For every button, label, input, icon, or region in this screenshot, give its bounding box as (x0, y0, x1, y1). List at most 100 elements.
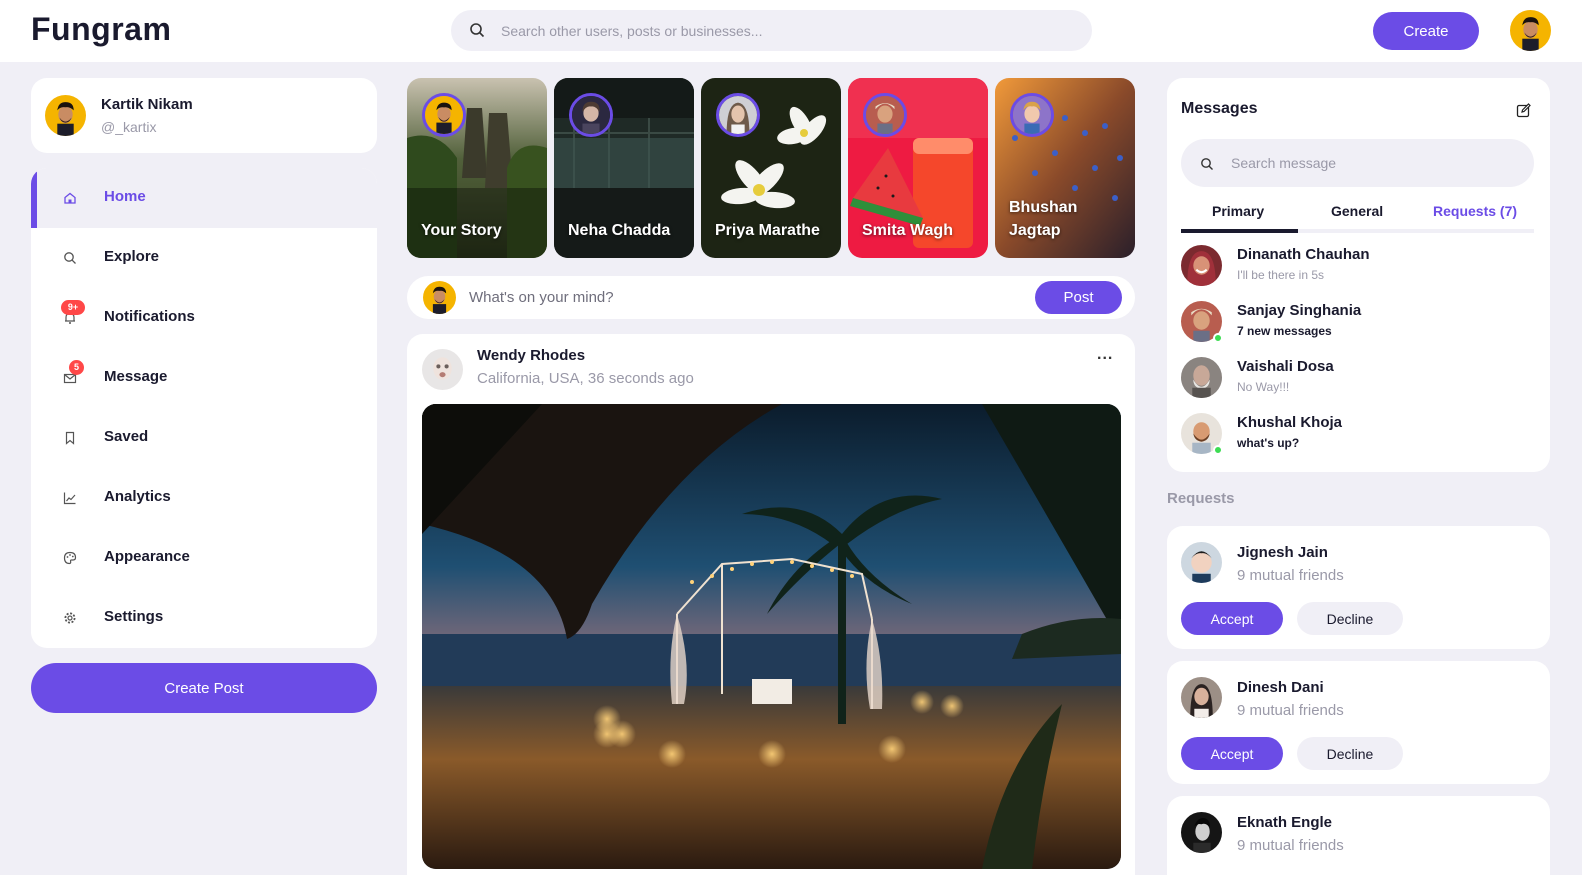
post-button[interactable]: Post (1035, 281, 1122, 314)
request-name[interactable]: Eknath Engle (1237, 814, 1332, 831)
feed-post: Wendy Rhodes California, USA, 36 seconds… (407, 334, 1135, 875)
friend-request-card: Eknath Engle 9 mutual friends (1167, 796, 1550, 875)
chat-name: Vaishali Dosa (1237, 358, 1334, 375)
chat-name: Dinanath Chauhan (1237, 246, 1370, 263)
story-avatar (716, 93, 760, 137)
decline-button[interactable]: Decline (1297, 737, 1403, 770)
search-icon (64, 252, 76, 264)
edit-icon[interactable] (1516, 103, 1531, 118)
create-button[interactable]: Create (1373, 12, 1479, 50)
sidebar-item-explore[interactable]: Explore (31, 228, 377, 288)
accept-button[interactable]: Accept (1181, 737, 1283, 770)
sidebar-item-label: Saved (104, 428, 149, 445)
profile-avatar (45, 95, 86, 136)
profile-card[interactable]: Kartik Nikam @_kartix (31, 78, 377, 153)
tab-primary[interactable]: Primary (1212, 203, 1264, 219)
profile-name: Kartik Nikam (101, 96, 193, 113)
active-tab-indicator (1181, 229, 1298, 233)
message-tabs: Primary General Requests (7) (1181, 195, 1534, 233)
mutual-friends: 9 mutual friends (1237, 702, 1344, 719)
post-image[interactable] (422, 404, 1121, 869)
story-card[interactable]: Priya Marathe (701, 78, 841, 258)
chat-item[interactable]: Khushal Khoja what's up? (1181, 412, 1534, 458)
sidebar-item-home[interactable]: Home (31, 168, 377, 228)
global-search-bar[interactable] (451, 10, 1092, 51)
home-icon (64, 192, 76, 204)
accept-button[interactable]: Accept (1181, 602, 1283, 635)
request-name[interactable]: Jignesh Jain (1237, 544, 1328, 561)
chat-preview: what's up? (1237, 436, 1300, 450)
sidebar-item-label: Analytics (104, 488, 171, 505)
sidebar-item-label: Message (104, 368, 168, 385)
user-avatar[interactable] (1510, 10, 1551, 51)
decline-button[interactable]: Decline (1297, 602, 1403, 635)
story-card[interactable]: Smita Wagh (848, 78, 988, 258)
friend-request-card: Dinesh Dani 9 mutual friends Accept Decl… (1167, 661, 1550, 784)
sidebar-item-label: Explore (104, 248, 160, 265)
messages-title: Messages (1181, 100, 1258, 117)
sidebar-item-notifications[interactable]: 9+ Notifications (31, 288, 377, 348)
chart-icon (63, 492, 76, 505)
create-post-bar: Post (407, 276, 1135, 319)
message-search-input[interactable] (1231, 139, 1521, 187)
request-avatar[interactable] (1181, 812, 1222, 853)
online-indicator (1213, 445, 1223, 455)
create-post-button[interactable]: Create Post (31, 663, 377, 713)
chat-name: Khushal Khoja (1237, 414, 1343, 431)
sidebar-menu: Home Explore 9+ Notifications 5 Message … (31, 168, 377, 648)
sidebar-item-label: Settings (104, 608, 164, 625)
post-author-avatar[interactable] (422, 349, 463, 390)
global-search-input[interactable] (501, 10, 1071, 51)
bookmark-icon (65, 431, 75, 445)
gear-icon (64, 612, 76, 624)
chat-preview: I'll be there in 5s (1237, 268, 1325, 282)
sidebar-item-label: Appearance (104, 548, 190, 565)
story-name: Priya Marathe (715, 222, 820, 239)
compose-avatar (423, 281, 456, 314)
online-indicator (1213, 333, 1223, 343)
chat-name: Sanjay Singhania (1237, 302, 1362, 319)
message-badge: 5 (69, 360, 84, 375)
story-name: Your Story (421, 222, 502, 239)
request-avatar[interactable] (1181, 677, 1222, 718)
chat-avatar (1181, 245, 1222, 286)
sidebar-item-settings[interactable]: Settings (31, 588, 377, 648)
more-options-icon[interactable]: ... (1097, 346, 1113, 364)
friend-request-card: Jignesh Jain 9 mutual friends Accept Dec… (1167, 526, 1550, 649)
post-meta: California, USA, 36 seconds ago (477, 370, 694, 387)
sidebar-item-appearance[interactable]: Appearance (31, 528, 377, 588)
story-avatar (1010, 93, 1054, 137)
app-logo[interactable]: Fungram (31, 11, 171, 48)
requests-heading: Requests (1167, 490, 1235, 507)
story-name: Bhushan Jagtap (1009, 199, 1078, 239)
story-card[interactable]: Neha Chadda (554, 78, 694, 258)
request-avatar[interactable] (1181, 542, 1222, 583)
chat-preview: No Way!!! (1237, 380, 1290, 394)
sidebar-item-label: Home (104, 188, 146, 205)
messages-panel: Messages Primary General Requests (7) Di… (1167, 78, 1550, 472)
chat-item[interactable]: Sanjay Singhania 7 new messages (1181, 300, 1534, 346)
story-name: Smita Wagh (862, 222, 953, 239)
story-avatar (863, 93, 907, 137)
story-name: Neha Chadda (568, 222, 671, 239)
profile-handle: @_kartix (101, 119, 157, 135)
chat-item[interactable]: Vaishali Dosa No Way!!! (1181, 356, 1534, 402)
sidebar-item-message[interactable]: 5 Message (31, 348, 377, 408)
tab-requests[interactable]: Requests (7) (1433, 203, 1517, 219)
sidebar-item-label: Notifications (104, 308, 195, 325)
chat-item[interactable]: Dinanath Chauhan I'll be there in 5s (1181, 244, 1534, 290)
post-author-name[interactable]: Wendy Rhodes (477, 347, 585, 364)
sidebar-item-analytics[interactable]: Analytics (31, 468, 377, 528)
search-icon (1201, 158, 1213, 170)
mutual-friends: 9 mutual friends (1237, 837, 1344, 854)
story-card[interactable]: Your Story (407, 78, 547, 258)
request-name[interactable]: Dinesh Dani (1237, 679, 1324, 696)
post-input[interactable] (469, 276, 1029, 319)
mutual-friends: 9 mutual friends (1237, 567, 1344, 584)
story-avatar (569, 93, 613, 137)
story-card[interactable]: Bhushan Jagtap (995, 78, 1135, 258)
message-search-bar[interactable] (1181, 139, 1534, 187)
sidebar-item-saved[interactable]: Saved (31, 408, 377, 468)
tab-general[interactable]: General (1331, 203, 1383, 219)
chat-avatar (1181, 357, 1222, 398)
